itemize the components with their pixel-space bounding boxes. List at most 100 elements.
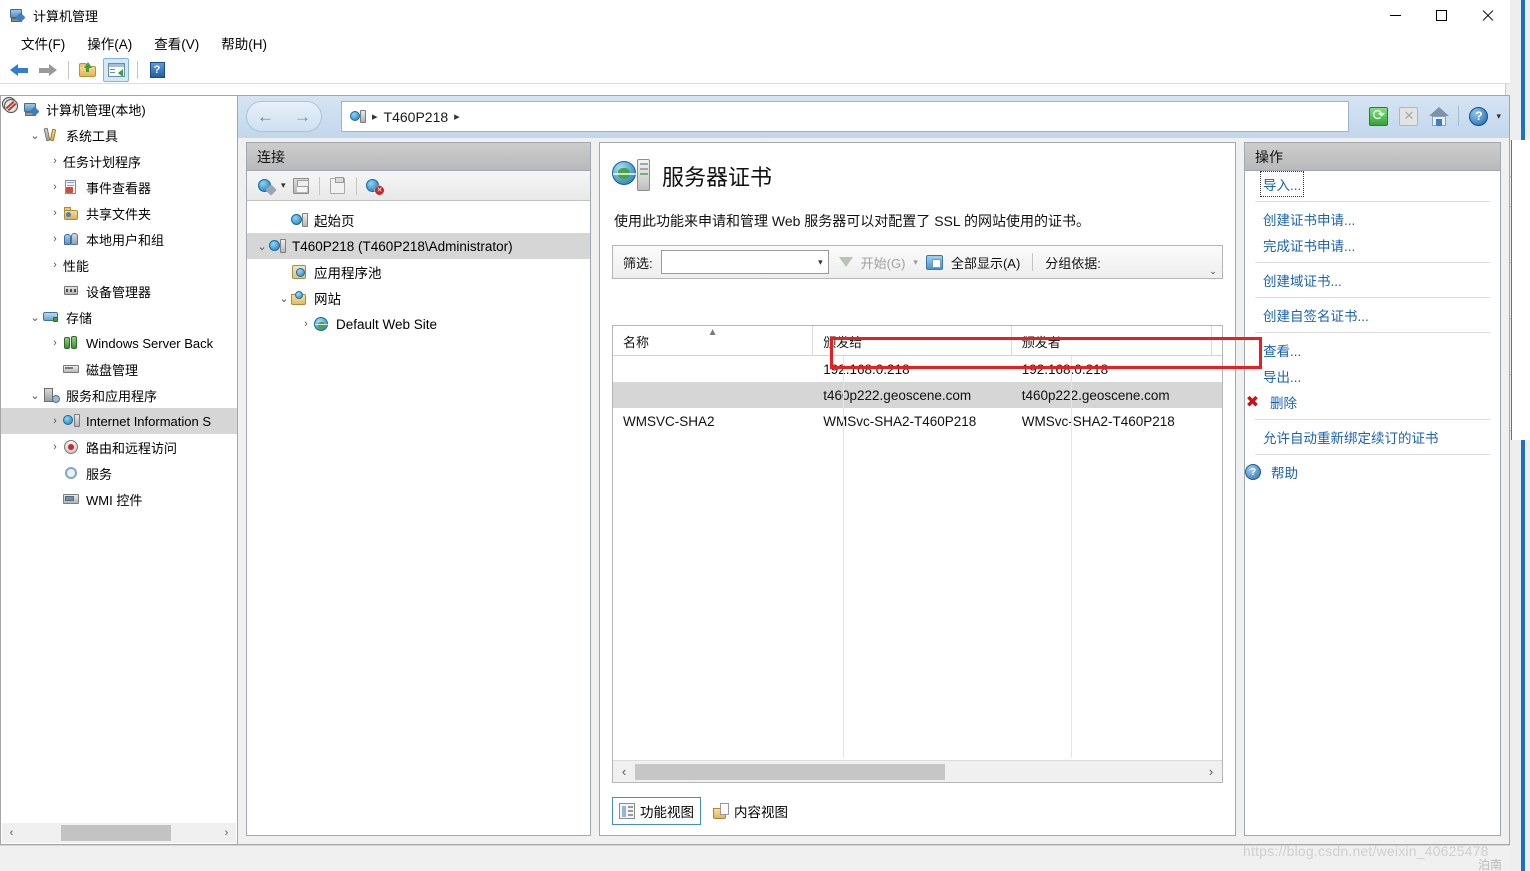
maximize-button[interactable] bbox=[1418, 0, 1464, 30]
action-item-7[interactable]: ✖ 删除 bbox=[1245, 389, 1500, 415]
tree-item-8[interactable]: ⌄ 存储 bbox=[1, 304, 237, 330]
menu-action[interactable]: 操作(A) bbox=[76, 30, 143, 56]
tree-item-15[interactable]: WMI 控件 bbox=[1, 486, 237, 512]
up-one-level-button[interactable] bbox=[75, 58, 101, 82]
table-scroll-track[interactable] bbox=[635, 761, 1200, 783]
table-hscrollbar[interactable]: ‹ › bbox=[613, 760, 1222, 782]
tree-item-6[interactable]: › 性能 bbox=[1, 97, 237, 278]
chevron-down-icon[interactable]: ▾ bbox=[818, 257, 823, 268]
table-scroll-thumb[interactable] bbox=[635, 763, 945, 780]
certificates-table[interactable]: 名称 ▲ 颁发给 颁发者 192.168.0.218 192.168.0.218 t460… bbox=[612, 325, 1223, 783]
save-connections-button[interactable] bbox=[288, 174, 314, 198]
table-row[interactable]: WMSVC-SHA2 WMSvc-SHA2-T460P218 WMSvc-SHA2-… bbox=[613, 408, 1222, 434]
iis-help-button[interactable]: ? bbox=[1466, 104, 1491, 129]
connections-tree[interactable]: 起始页 ⌄ T460P218 (T460P218\Administrator) 应用程… bbox=[247, 201, 590, 337]
tree-expander[interactable]: ⌄ bbox=[27, 129, 43, 142]
show-all-button[interactable]: 全部显示(A) bbox=[951, 253, 1020, 272]
go-caret-icon[interactable]: ▾ bbox=[913, 257, 918, 268]
breadcrumb-server[interactable]: T460P218 bbox=[384, 109, 449, 125]
menu-help[interactable]: 帮助(H) bbox=[210, 30, 278, 56]
tree-item-10[interactable]: 磁盘管理 bbox=[1, 356, 237, 382]
tree-expander[interactable]: › bbox=[47, 337, 63, 349]
menu-view[interactable]: 查看(V) bbox=[143, 30, 210, 56]
tab-content-view[interactable]: 内容视图 bbox=[707, 798, 794, 824]
close-button[interactable] bbox=[1464, 0, 1510, 30]
table-scroll-right[interactable]: › bbox=[1200, 761, 1222, 783]
nav-forward-button[interactable]: → bbox=[294, 107, 311, 127]
group-by-label[interactable]: 分组依据: bbox=[1045, 253, 1101, 272]
tree-item-12[interactable]: › Internet Information S bbox=[1, 408, 237, 434]
menu-file[interactable]: 文件(F) bbox=[10, 30, 76, 56]
back-button[interactable] bbox=[6, 58, 32, 82]
tree-expander[interactable]: › bbox=[47, 259, 63, 271]
breadcrumb[interactable]: ▸ T460P218 ▸ bbox=[341, 101, 1349, 132]
tree-item-9[interactable]: › Windows Server Back bbox=[1, 330, 237, 356]
tree-expander[interactable]: › bbox=[47, 233, 63, 245]
tree-item-1[interactable]: ⌄ 系统工具 bbox=[1, 122, 237, 148]
action-item-0[interactable]: 导入... bbox=[1245, 171, 1500, 197]
column-header-0[interactable]: 名称 ▲ bbox=[613, 326, 814, 356]
action-item-8[interactable]: 允许自动重新绑定续订的证书 bbox=[1245, 424, 1500, 450]
action-item-9[interactable]: ? 帮助 bbox=[1245, 459, 1500, 485]
table-row[interactable]: 192.168.0.218 192.168.0.218 bbox=[613, 356, 1222, 382]
tree-item-0[interactable]: 计算机管理(本地) bbox=[1, 96, 237, 122]
stop-button[interactable]: ✕ bbox=[1396, 104, 1421, 129]
column-header-2[interactable]: 颁发者 bbox=[1012, 326, 1213, 356]
tree-item-11[interactable]: ⌄ 服务和应用程序 bbox=[1, 382, 237, 408]
go-button[interactable]: 开始(G) bbox=[861, 253, 906, 272]
home-button[interactable] bbox=[1426, 104, 1451, 129]
console-tree[interactable]: 计算机管理(本地) ⌄ 系统工具 › 任务计划程序 › 事件查看器 › 共享文件夹 › 本地用户和组… bbox=[1, 96, 237, 822]
filter-input[interactable]: ▾ bbox=[660, 250, 829, 274]
tree-item-14[interactable]: 服务 bbox=[1, 460, 237, 486]
tree-expander[interactable]: › bbox=[47, 181, 63, 193]
action-item-3[interactable]: 创建域证书... bbox=[1245, 267, 1500, 293]
tree-item-5[interactable]: › 本地用户和组 bbox=[1, 226, 237, 252]
connect-to-button[interactable] bbox=[253, 174, 279, 198]
connection-node-3[interactable]: ⌄ 网站 bbox=[247, 285, 590, 311]
actions-list[interactable]: 导入... 创建证书申请... 完成证书申请... 创建域证书... 创建自签名证书..… bbox=[1245, 171, 1500, 485]
scroll-right-arrow[interactable]: › bbox=[217, 823, 236, 843]
connection-node-1[interactable]: ⌄ T460P218 (T460P218\Administrator) bbox=[247, 233, 590, 259]
tree-expander[interactable]: › bbox=[47, 207, 63, 219]
connection-node-2[interactable]: 应用程序池 bbox=[247, 259, 590, 285]
nav-back-button[interactable]: ← bbox=[257, 107, 274, 127]
console-tree-hscrollbar[interactable]: ‹ › bbox=[2, 823, 236, 843]
tree-item-13[interactable]: › 路由和远程访问 bbox=[1, 434, 237, 460]
scroll-thumb[interactable] bbox=[61, 825, 171, 841]
clipboard-button[interactable] bbox=[325, 174, 351, 198]
tree-item-4[interactable]: › 共享文件夹 bbox=[1, 200, 237, 226]
tree-item-2[interactable]: › 任务计划程序 bbox=[1, 97, 237, 174]
refresh-button[interactable] bbox=[1366, 104, 1391, 129]
action-item-5[interactable]: 查看... bbox=[1245, 337, 1500, 363]
connect-caret-icon[interactable]: ▾ bbox=[281, 180, 286, 191]
chevron-down-icon[interactable]: ▾ bbox=[1496, 111, 1501, 122]
tree-expander[interactable]: › bbox=[47, 415, 63, 427]
tree-item-7[interactable]: 设备管理器 bbox=[1, 278, 237, 304]
connection-expander[interactable]: › bbox=[299, 318, 313, 330]
scroll-track[interactable] bbox=[21, 823, 217, 843]
column-header-3[interactable] bbox=[1212, 326, 1222, 356]
tree-expander[interactable]: ⌄ bbox=[27, 389, 43, 402]
tree-expander[interactable]: ⌄ bbox=[27, 311, 43, 324]
table-scroll-left[interactable]: ‹ bbox=[613, 761, 635, 783]
connection-expander[interactable]: ⌄ bbox=[255, 240, 269, 253]
tab-features-view[interactable]: 功能视图 bbox=[612, 797, 701, 825]
action-item-4[interactable]: 创建自签名证书... bbox=[1245, 302, 1500, 328]
table-row[interactable]: t460p222.geoscene.com t460p222.geoscene.c… bbox=[613, 382, 1222, 408]
connection-node-4[interactable]: › Default Web Site bbox=[247, 311, 590, 337]
tree-expander[interactable]: › bbox=[47, 155, 63, 167]
disconnect-button[interactable]: ✕ bbox=[362, 174, 388, 198]
connection-node-0[interactable]: 起始页 bbox=[247, 207, 590, 233]
tree-expander[interactable]: › bbox=[47, 441, 63, 453]
filter-bar-expander[interactable]: ⌄ bbox=[1207, 265, 1219, 277]
action-item-1[interactable]: 创建证书申请... bbox=[1245, 206, 1500, 232]
tree-item-3[interactable]: › 事件查看器 bbox=[1, 174, 237, 200]
action-item-6[interactable]: 导出... bbox=[1245, 363, 1500, 389]
help-button[interactable]: ? bbox=[144, 58, 170, 82]
connection-expander[interactable]: ⌄ bbox=[277, 292, 291, 305]
forward-button[interactable] bbox=[34, 58, 60, 82]
table-body[interactable]: 192.168.0.218 192.168.0.218 t460p222.geosc… bbox=[613, 356, 1222, 434]
action-item-2[interactable]: 完成证书申请... bbox=[1245, 232, 1500, 258]
minimize-button[interactable] bbox=[1372, 0, 1418, 30]
show-hide-tree-button[interactable] bbox=[103, 57, 129, 82]
